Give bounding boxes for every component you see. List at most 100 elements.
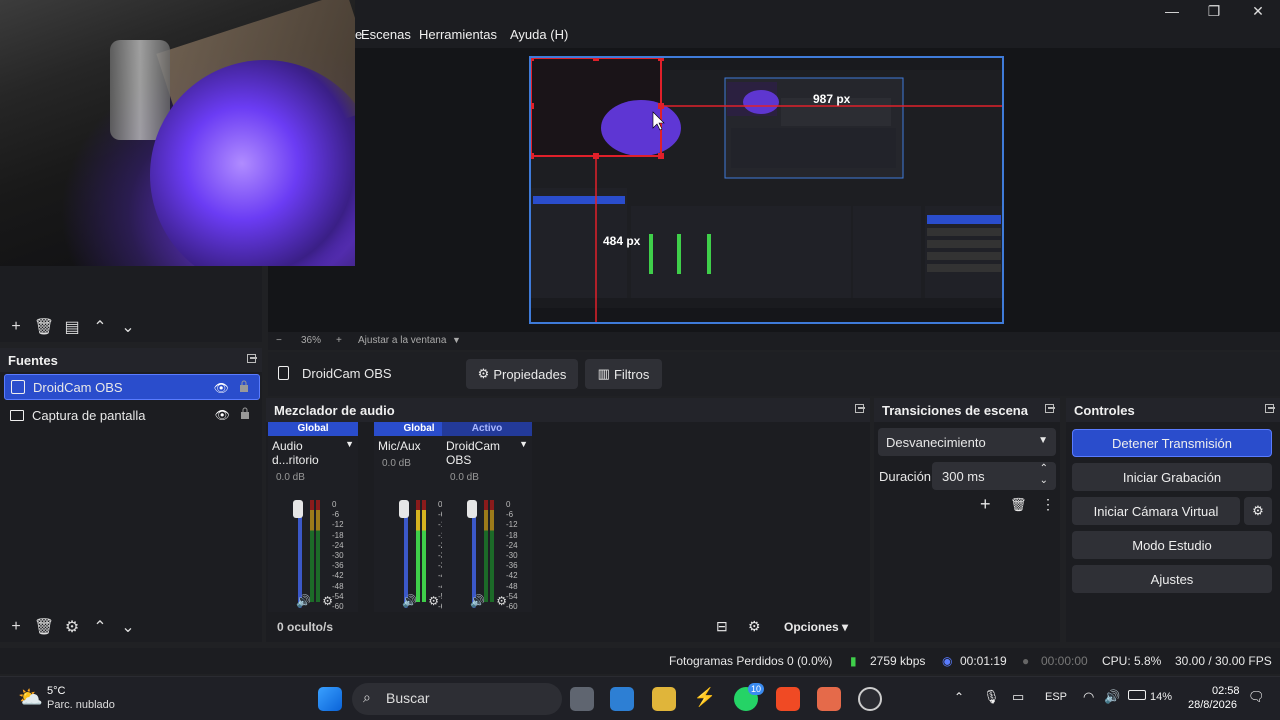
layout-icon[interactable]: ⊟	[716, 618, 728, 635]
channel-volume-db: 0.0 dB	[276, 472, 305, 483]
weather-desc[interactable]: Parc. nublado	[47, 699, 115, 711]
chevron-down-icon[interactable]: ▼	[452, 335, 461, 345]
volume-slider-knob[interactable]	[467, 500, 477, 518]
mixer-settings-icon[interactable]: ⚙	[748, 618, 761, 635]
display-icon[interactable]: ▭	[1012, 689, 1024, 705]
speaker-icon[interactable]: 🔊	[470, 594, 485, 608]
lock-icon[interactable]	[239, 380, 249, 392]
channel-settings-icon[interactable]: ⚙	[496, 594, 507, 608]
studio-mode-button[interactable]: Modo Estudio	[1072, 531, 1272, 559]
battery-icon[interactable]	[1128, 690, 1146, 700]
volume-slider-track[interactable]	[298, 504, 302, 608]
duration-label: Duración	[879, 469, 932, 484]
scale-tick: -24	[332, 540, 344, 550]
menu-herramientas[interactable]: Herramientas	[419, 27, 497, 42]
weather-temp[interactable]: 5°C	[47, 685, 65, 697]
scale-tick: 0	[506, 500, 511, 509]
start-recording-button[interactable]: Iniciar Grabación	[1072, 463, 1272, 491]
program-preview[interactable]: 987 px 484 px	[529, 56, 1004, 324]
undock-icon[interactable]	[1265, 404, 1275, 413]
power-app-icon[interactable]: ⚡	[693, 687, 717, 711]
brave-icon[interactable]	[776, 687, 800, 711]
channel-controls: 🔊 ⚙	[296, 594, 333, 608]
channel-name-select[interactable]: Audio d...ritorio ▼	[268, 436, 358, 470]
level-meter	[490, 500, 494, 602]
clock-time[interactable]: 02:58	[1212, 685, 1240, 697]
language-indicator[interactable]: ESP	[1045, 691, 1067, 703]
add-icon[interactable]: +	[980, 494, 991, 515]
notifications-icon[interactable]: 🗨	[1248, 689, 1265, 705]
settings-button[interactable]: Ajustes	[1072, 565, 1272, 593]
move-down-icon[interactable]: ⌄	[114, 317, 142, 337]
file-explorer-icon[interactable]	[652, 687, 676, 711]
volume-slider-knob[interactable]	[293, 500, 303, 518]
trash-icon[interactable]: 🗑	[1010, 497, 1027, 513]
minimize-button[interactable]: —	[1150, 0, 1194, 22]
volume-icon[interactable]: 🔊	[1104, 689, 1120, 705]
channel-settings-icon[interactable]: ⚙	[428, 594, 439, 608]
zoom-out-button[interactable]: −	[276, 335, 282, 346]
task-view-icon[interactable]	[570, 687, 594, 711]
maximize-button[interactable]: ❐	[1192, 0, 1236, 22]
fit-window-button[interactable]: Ajustar a la ventana	[358, 335, 446, 346]
virtual-camera-button[interactable]: Iniciar Cámara Virtual	[1072, 497, 1240, 525]
options-button[interactable]: Opciones ▾	[784, 620, 848, 634]
volume-slider-knob[interactable]	[399, 500, 409, 518]
move-down-icon[interactable]: ⌄	[114, 617, 142, 637]
undock-icon[interactable]	[1045, 404, 1055, 413]
gear-icon[interactable]: ⚙	[58, 617, 86, 637]
move-up-icon[interactable]: ⌃	[86, 317, 114, 337]
fps-display: 30.00 / 30.00 FPS	[1175, 654, 1272, 668]
zoom-in-button[interactable]: +	[336, 335, 342, 346]
move-up-icon[interactable]: ⌃	[86, 617, 114, 637]
undock-icon[interactable]	[247, 354, 257, 363]
filters-button[interactable]: ▥ Filtros	[585, 359, 662, 389]
channel-controls: 🔊 ⚙	[470, 594, 507, 608]
speaker-icon[interactable]: 🔊	[296, 594, 311, 608]
wifi-icon[interactable]: ◠	[1083, 689, 1094, 705]
eye-icon[interactable]: 👁	[215, 408, 230, 422]
add-icon[interactable]: +	[2, 318, 30, 336]
menu-ayuda[interactable]: Ayuda (H)	[510, 27, 568, 42]
properties-button[interactable]: ⚙ Propiedades	[466, 359, 578, 389]
scale-tick: -24	[506, 540, 518, 550]
weather-icon[interactable]: ⛅	[18, 685, 43, 710]
filter-icon[interactable]: ▤	[58, 317, 86, 337]
chevron-up-icon[interactable]: ⌃	[954, 690, 964, 704]
duration-input[interactable]: 300 ms ⌃ ⌄	[932, 462, 1056, 490]
close-button[interactable]: ✕	[1236, 0, 1280, 22]
virtual-camera-settings-icon[interactable]: ⚙	[1244, 497, 1272, 525]
taskbar-search[interactable]: ⌕ Buscar	[352, 683, 562, 715]
scale-tick: -36	[506, 561, 518, 571]
scale-tick: -30	[506, 551, 518, 561]
volume-slider-track[interactable]	[404, 504, 408, 608]
microphone-icon[interactable]: 🎙	[983, 689, 1000, 705]
undock-icon[interactable]	[855, 404, 865, 413]
channel-name: Audio d...ritorio	[272, 439, 319, 467]
channel-settings-icon[interactable]: ⚙	[322, 594, 333, 608]
volume-slider-track[interactable]	[472, 504, 476, 608]
spin-arrows-icon[interactable]: ⌃ ⌄	[1040, 463, 1048, 487]
menu-escenas[interactable]: Escenas	[361, 27, 411, 42]
windows-start-icon[interactable]	[318, 687, 342, 711]
app-icon[interactable]	[817, 687, 841, 711]
store-icon[interactable]	[610, 687, 634, 711]
add-icon[interactable]: +	[2, 618, 30, 636]
trash-icon[interactable]: 🗑	[30, 617, 58, 637]
speaker-icon[interactable]: 🔊	[402, 594, 417, 608]
more-icon[interactable]: ⋮	[1041, 496, 1055, 513]
meter-scale: 0-6-12-18-24-30-36-42-48-54-60	[332, 500, 344, 612]
trash-icon[interactable]: 🗑	[30, 317, 58, 337]
source-item-screen[interactable]: Captura de pantalla 👁	[4, 402, 260, 428]
clock-date[interactable]: 28/8/2026	[1188, 699, 1237, 711]
sources-toolbar: + 🗑 ⚙ ⌃ ⌄	[2, 614, 142, 640]
stop-stream-button[interactable]: Detener Transmisión	[1072, 429, 1272, 457]
scale-tick: -42	[332, 571, 344, 581]
eye-icon[interactable]: 👁	[214, 381, 229, 395]
obs-icon[interactable]	[858, 687, 882, 711]
channel-name-select[interactable]: DroidCam OBS ▼	[442, 436, 532, 470]
source-item-droidcam[interactable]: DroidCam OBS 👁	[4, 374, 260, 400]
level-meter	[422, 500, 426, 602]
transition-select[interactable]: Desvanecimiento ▼	[878, 428, 1056, 456]
lock-icon[interactable]	[240, 407, 250, 419]
